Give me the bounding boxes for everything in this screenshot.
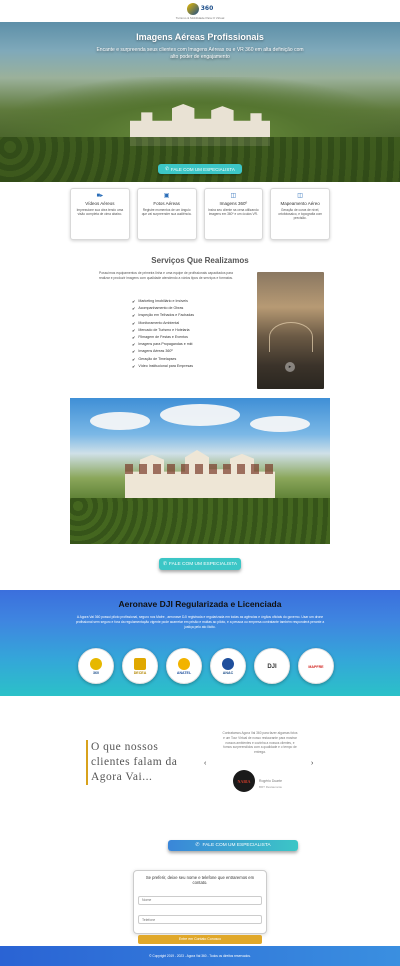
badge-decea: DECEA (122, 648, 158, 684)
hotel-aerial-photo (70, 398, 330, 544)
mid-cta-label: FALE COM UM ESPECIALISTA (168, 561, 238, 567)
feature-desc: Geração de curva de nível, ortofotosaico… (278, 208, 322, 221)
phone-field[interactable] (138, 915, 262, 924)
contact-form: Se preferir, deixe seu nome e telefone q… (133, 870, 267, 944)
badge-mapfre: MAPFRE (298, 648, 334, 684)
badge-anatel: ANATEL (166, 648, 202, 684)
feature-title: Imagens 360º (219, 201, 248, 206)
feature-card-mapping[interactable]: ◫ Mapeamento Aéreo Geração de curva de n… (270, 188, 330, 240)
list-item: ✔ Filmagem de Festas e Eventos (132, 334, 188, 340)
check-icon: ✔ (132, 349, 136, 355)
hero-subtitle: Encante e surpreenda seus clientes com I… (96, 47, 304, 60)
prev-arrow-icon[interactable]: ‹ (204, 760, 206, 767)
licensed-section: Aeronave DJI Regularizada e Licenciada A… (0, 590, 400, 696)
page: 360 Turismo & Mobilidade Para O Virtual … (0, 0, 400, 966)
feature-desc: Insira seu cliente na cena utilizando im… (208, 208, 259, 217)
check-icon: ✔ (132, 356, 136, 362)
cloud (250, 416, 310, 432)
list-item: ✔ Monitoramento Ambiental (132, 320, 180, 326)
anac-icon (222, 657, 234, 670)
play-icon[interactable]: ▸ (285, 362, 295, 372)
testimonial-avatar: NABIA (233, 770, 255, 792)
services-title: Serviços Que Realizamos (151, 256, 249, 265)
logo-360-icon (90, 657, 102, 670)
whatsapp-icon: ✆ (162, 561, 167, 567)
submit-button[interactable]: Entre em Contato Conosco (138, 934, 262, 944)
feature-card-360[interactable]: ◫ Imagens 360º Insira seu cliente na cen… (203, 188, 264, 240)
list-item: ✔ Inspeção em Telhados e Fachadas (132, 313, 195, 319)
feature-desc: Registre momentos de um ângulo que vai s… (141, 208, 192, 217)
next-arrow-icon[interactable]: › (311, 760, 313, 767)
site-header: 360 Turismo & Mobilidade Para O Virtual (0, 0, 400, 22)
badge-dji: DJI (254, 648, 290, 684)
testimonial-quote: Contratamos Agora Vai 360 para fazer alg… (222, 731, 298, 755)
services-intro: Possuímos equipamentos de primeira linha… (99, 271, 233, 280)
check-icon: ✔ (132, 313, 136, 319)
testimonials-heading: O que nossos clientes falam da Agora Vai… (86, 740, 196, 785)
services-video[interactable]: ▸ (257, 272, 324, 389)
check-icon: ✔ (132, 342, 136, 348)
hero-cta-label: FALE COM UM ESPECIALISTA (170, 166, 235, 172)
feature-title: Fotos Aéreas (153, 201, 180, 206)
mid-cta-button[interactable]: ✆ FALE COM UM ESPECIALISTA (159, 558, 241, 570)
anatel-icon (178, 657, 190, 670)
vr-headset-icon: ◫ (297, 193, 303, 199)
check-icon: ✔ (132, 299, 136, 304)
feature-title: Vídeos Aéreos (85, 201, 115, 206)
low-cta-label: FALE COM UM ESPECIALISTA (202, 843, 271, 848)
site-footer: © Copyright 2019 - 2023 - Agora Vai 360 … (0, 946, 400, 966)
hotel-roofs (125, 464, 275, 474)
cloud (160, 404, 240, 426)
whatsapp-icon: ✆ (165, 166, 169, 171)
feature-cards: ■▸ Vídeos Aéreos Impressione sua obra te… (70, 188, 330, 240)
video-camera-icon: ■▸ (96, 193, 104, 199)
logo[interactable]: 360 (186, 2, 214, 15)
logo-text: 360 (200, 5, 214, 12)
check-icon: ✔ (132, 306, 136, 312)
form-intro: Se preferir, deixe seu nome e telefone q… (145, 875, 255, 885)
check-icon: ✔ (132, 320, 136, 326)
forest (70, 498, 330, 544)
whatsapp-icon: ✆ (195, 843, 200, 848)
hero-title: Imagens Aéreas Profissionais (136, 32, 264, 42)
hero-forest (0, 137, 400, 182)
testimonial-role: BRT Restaurante (259, 785, 283, 789)
logo-mark-icon (186, 2, 199, 15)
list-item: ✔ Geração de Timelapses (132, 356, 177, 362)
check-icon: ✔ (132, 334, 136, 340)
vr-headset-icon: ◫ (230, 193, 237, 199)
testimonial-name: Rogério Duarte (259, 779, 282, 783)
list-item: ✔ Marketing Imobiliário e Imóveis (132, 299, 188, 304)
licensed-title: Aeronave DJI Regularizada e Licenciada (118, 599, 282, 609)
hotel-building (125, 450, 275, 498)
check-icon: ✔ (132, 363, 136, 369)
list-item: ✔ Vídeo Institucional para Empresas (132, 363, 194, 369)
copyright-text: © Copyright 2019 - 2023 - Agora Vai 360 … (149, 954, 251, 958)
check-icon: ✔ (132, 327, 136, 333)
feature-card-photos[interactable]: ▣ Fotos Aéreas Registre momentos de um â… (136, 188, 197, 240)
image-icon: ▣ (163, 193, 170, 199)
list-item: ✔ Imagens para Propagandas e mkt (132, 342, 193, 348)
hero-cta-button[interactable]: ✆ FALE COM UM ESPECIALISTA (158, 164, 242, 174)
list-item: ✔ Mercado de Turismo e Hotelaria (132, 327, 190, 333)
video-scene (269, 322, 313, 352)
tagline: Turismo & Mobilidade Para O Virtual (175, 15, 225, 20)
decea-wings-icon (134, 657, 146, 670)
services-list: ✔ Marketing Imobiliário e Imóveis ✔ Acompa… (132, 298, 194, 370)
hero-section: Imagens Aéreas Profissionais Encante e s… (0, 22, 400, 182)
feature-desc: Impressione sua obra tendo uma visão com… (76, 208, 124, 217)
name-field[interactable] (138, 895, 262, 905)
certification-badges: 360 DECEA ANATEL ANAC DJI MAPFRE (78, 648, 334, 684)
badge-360: 360 (78, 648, 114, 684)
licensed-text: A Agora Vai 360 possui piloto profission… (75, 615, 325, 629)
low-cta-button[interactable]: ✆ FALE COM UM ESPECIALISTA (168, 840, 298, 851)
list-item: ✔ Acompanhamento de Obras (132, 306, 184, 312)
feature-title: Mapeamento Aéreo (280, 201, 320, 206)
feature-card-videos[interactable]: ■▸ Vídeos Aéreos Impressione sua obra te… (70, 188, 130, 240)
badge-anac: ANAC (210, 648, 246, 684)
list-item: ✔ Imagens Aéreas 360º (132, 349, 173, 355)
cloud (90, 412, 150, 430)
